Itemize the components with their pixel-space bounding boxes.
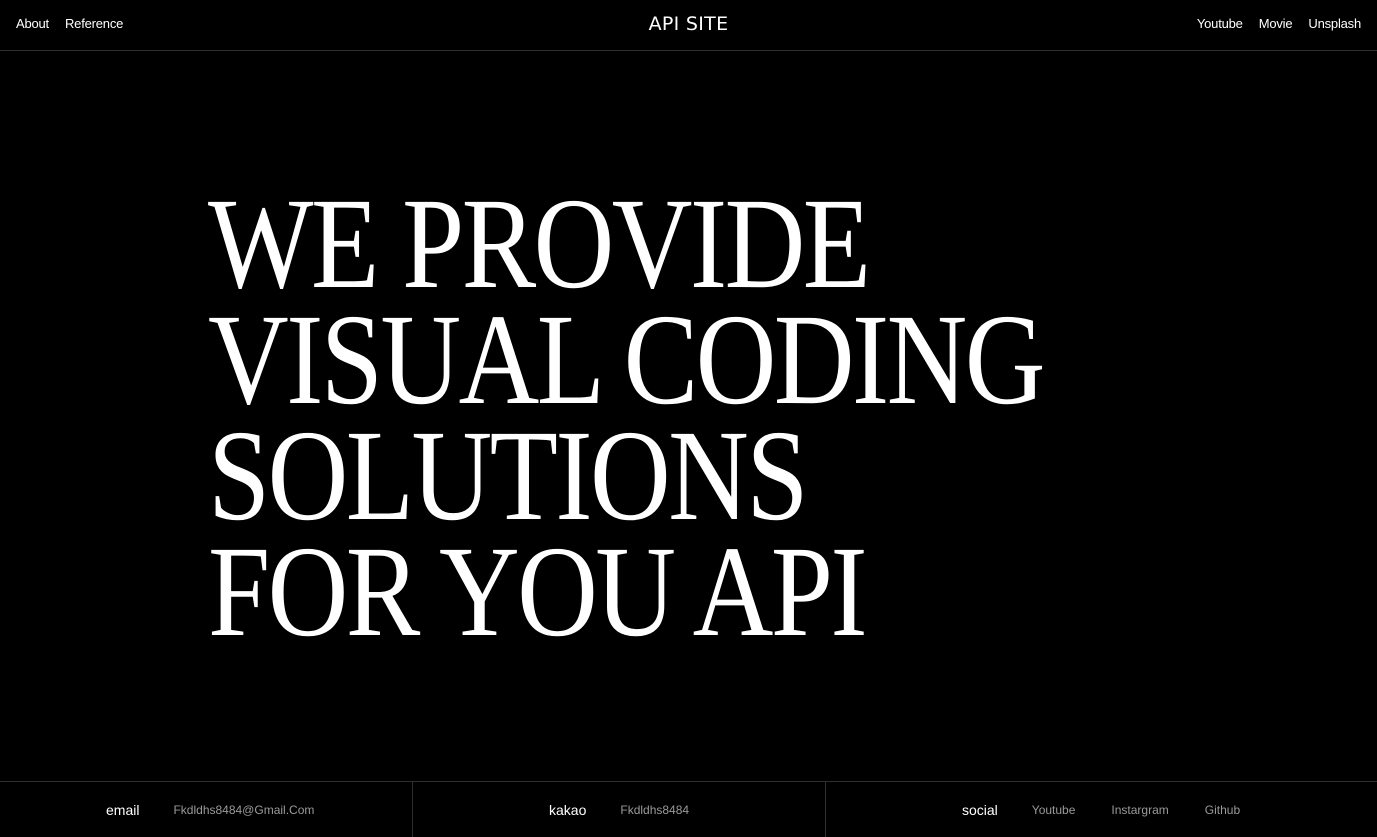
social-label: social — [962, 801, 998, 818]
right-nav: Youtube Movie Unsplash — [1197, 15, 1361, 32]
hero-heading: WE PROVIDE VISUAL CODING SOLUTIONS FOR Y… — [208, 172, 1179, 664]
email-value[interactable]: Fkdldhs8484@Gmail.Com — [173, 803, 314, 817]
footer-kakao: kakao Fkdldhs8484 — [412, 782, 825, 837]
site-title[interactable]: API SITE — [0, 12, 1377, 36]
hero-line-2: VISUAL CODING — [208, 288, 1046, 432]
kakao-label: kakao — [549, 801, 587, 818]
social-link-youtube[interactable]: Youtube — [1032, 803, 1076, 817]
nav-link-movie[interactable]: Movie — [1259, 15, 1293, 32]
hero-line-1: WE PROVIDE — [208, 172, 871, 316]
footer-email: email Fkdldhs8484@Gmail.Com — [0, 782, 412, 837]
social-link-github[interactable]: Github — [1205, 803, 1240, 817]
site-footer: email Fkdldhs8484@Gmail.Com kakao Fkdldh… — [0, 781, 1377, 837]
social-link-instagram[interactable]: Instargram — [1111, 803, 1168, 817]
hero-line-4: FOR YOU API — [208, 520, 868, 664]
nav-link-youtube[interactable]: Youtube — [1197, 15, 1243, 32]
site-header: About Reference API SITE Youtube Movie U… — [0, 0, 1377, 51]
hero-line-3: SOLUTIONS — [208, 404, 808, 548]
kakao-value: Fkdldhs8484 — [620, 802, 690, 817]
email-label: email — [106, 801, 140, 818]
hero-section: WE PROVIDE VISUAL CODING SOLUTIONS FOR Y… — [208, 172, 1179, 664]
footer-social: social Youtube Instargram Github — [825, 782, 1377, 837]
nav-link-unsplash[interactable]: Unsplash — [1308, 15, 1361, 32]
